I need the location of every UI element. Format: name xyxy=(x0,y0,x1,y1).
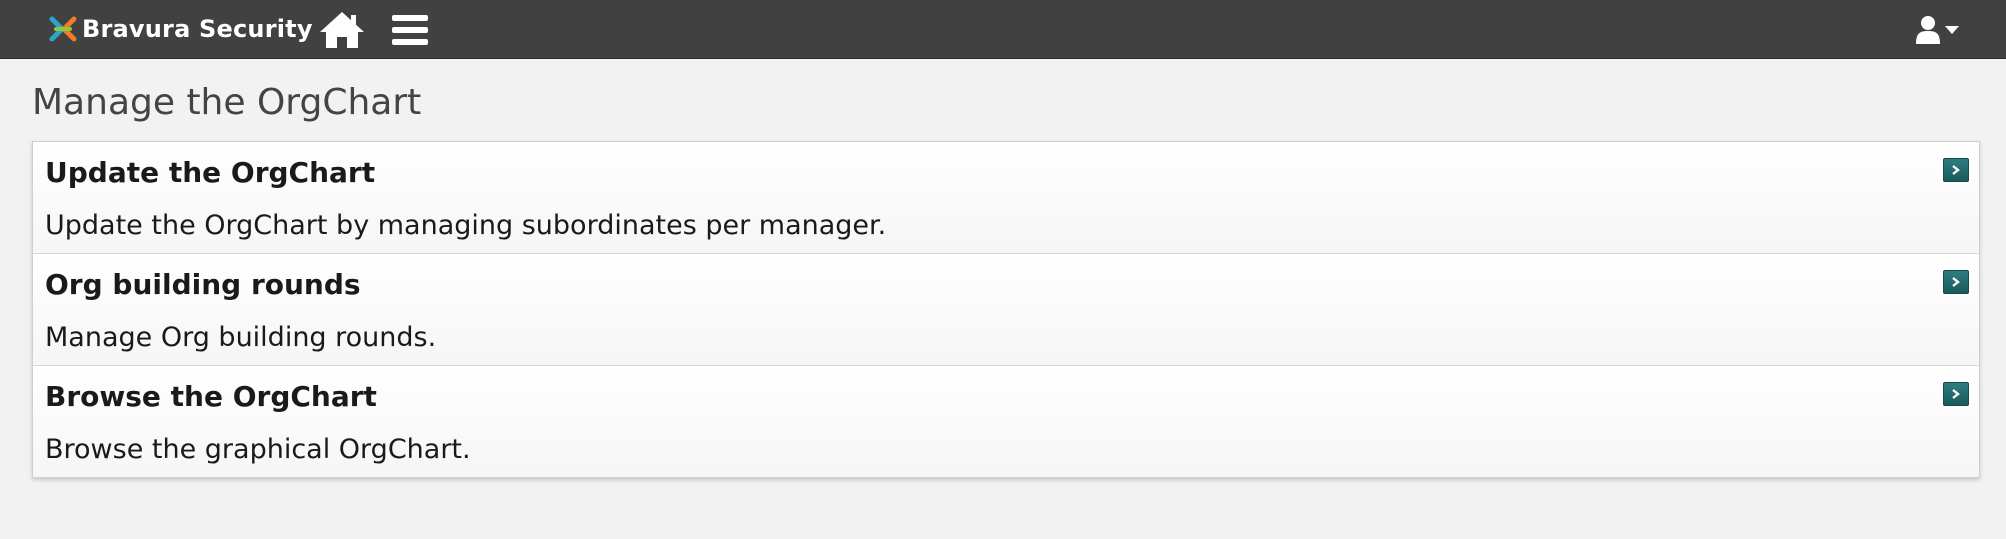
card-description: Browse the graphical OrgChart. xyxy=(45,434,471,465)
top-navbar: Bravura Security xyxy=(0,0,2006,59)
card-browse-orgchart[interactable]: Browse the OrgChart Browse the graphical… xyxy=(33,366,1979,477)
brand-logo-link[interactable]: Bravura Security xyxy=(48,14,313,44)
user-icon xyxy=(1916,16,1940,44)
card-org-building-rounds[interactable]: Org building rounds Manage Org building … xyxy=(33,254,1979,366)
card-title[interactable]: Browse the OrgChart xyxy=(45,380,377,413)
card-title[interactable]: Update the OrgChart xyxy=(45,156,375,189)
action-card-list: Update the OrgChart Update the OrgChart … xyxy=(32,141,1980,478)
home-icon[interactable] xyxy=(318,10,366,50)
brand-name: Bravura Security xyxy=(82,15,313,43)
page-title: Manage the OrgChart xyxy=(32,82,422,123)
user-menu-button[interactable] xyxy=(1914,14,1964,46)
chevron-right-icon[interactable] xyxy=(1943,382,1969,406)
chevron-right-icon[interactable] xyxy=(1943,158,1969,182)
card-description: Manage Org building rounds. xyxy=(45,322,437,353)
bravura-logo-icon xyxy=(49,16,77,42)
card-title[interactable]: Org building rounds xyxy=(45,268,361,301)
hamburger-menu-icon[interactable] xyxy=(390,12,430,48)
card-update-orgchart[interactable]: Update the OrgChart Update the OrgChart … xyxy=(33,142,1979,254)
card-description: Update the OrgChart by managing subordin… xyxy=(45,210,887,241)
chevron-down-icon xyxy=(1945,26,1959,34)
chevron-right-icon[interactable] xyxy=(1943,270,1969,294)
